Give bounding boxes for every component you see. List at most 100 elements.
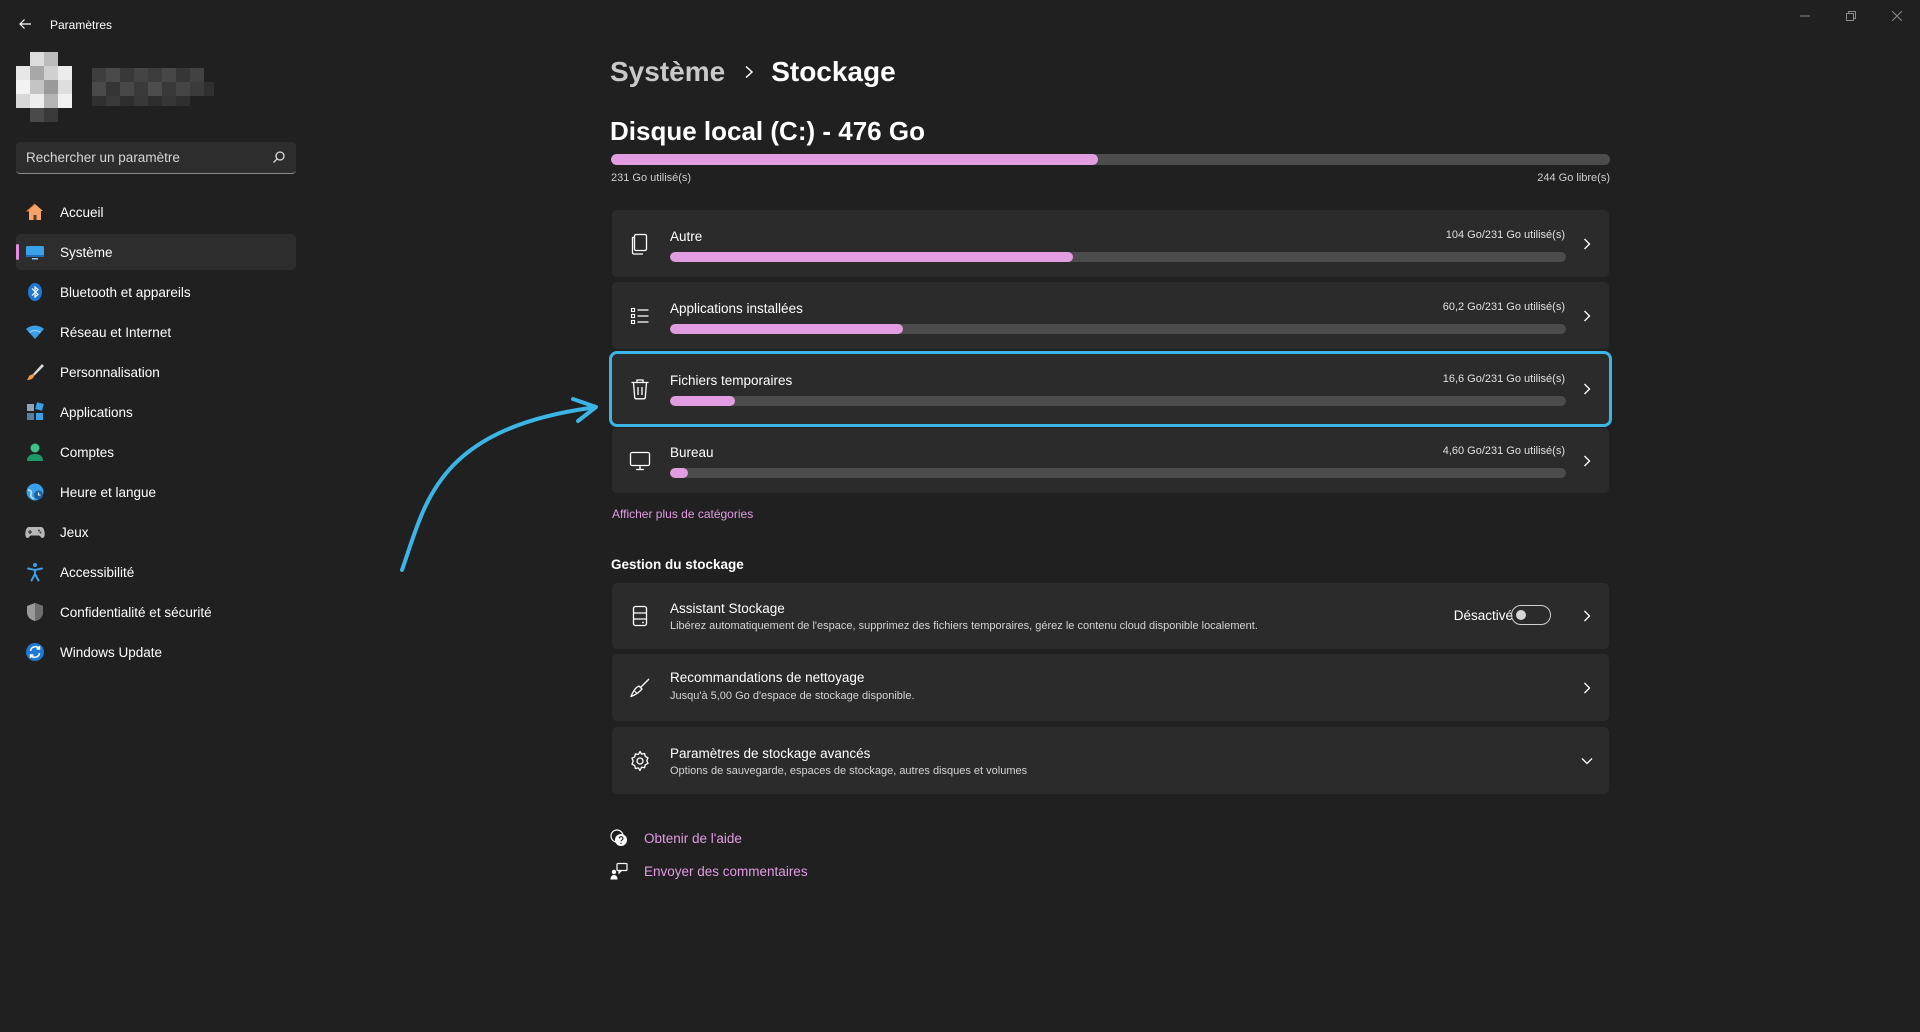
breadcrumb: Système Stockage xyxy=(610,56,896,88)
send-feedback-link[interactable]: Envoyer des commentaires xyxy=(610,862,808,880)
sidebar-item-windows-update[interactable]: Windows Update xyxy=(16,634,296,670)
storage-sense-toggle[interactable] xyxy=(1511,605,1551,625)
sidebar-item-label: Heure et langue xyxy=(60,484,157,500)
sidebar-item-label: Bluetooth et appareils xyxy=(60,284,191,300)
minimize-icon xyxy=(1800,15,1810,17)
sidebar-item-confidentialite[interactable]: Confidentialité et sécurité xyxy=(16,594,296,630)
apps-icon xyxy=(25,402,45,422)
search-icon[interactable] xyxy=(272,150,286,164)
storage-sense-card[interactable]: Assistant Stockage Libérez automatiqueme… xyxy=(612,583,1609,649)
get-help-label: Obtenir de l'aide xyxy=(644,830,742,846)
restore-icon xyxy=(1846,11,1856,21)
sidebar-item-label: Confidentialité et sécurité xyxy=(60,604,212,620)
sidebar-item-jeux[interactable]: Jeux xyxy=(16,514,296,550)
category-card-applications-installees[interactable]: Applications installées 60,2 Go/231 Go u… xyxy=(612,282,1609,349)
breadcrumb-parent-link[interactable]: Système xyxy=(610,56,725,88)
close-button[interactable] xyxy=(1874,6,1920,26)
disk-usage-fill xyxy=(611,154,1098,165)
category-label: Fichiers temporaires xyxy=(670,373,793,388)
shield-icon xyxy=(25,602,45,622)
category-usage: 60,2 Go/231 Go utilisé(s) xyxy=(1442,301,1565,313)
sidebar-item-label: Comptes xyxy=(60,444,115,460)
time-language-icon xyxy=(25,482,45,502)
category-usage-bar xyxy=(670,396,1566,406)
category-usage-fill xyxy=(670,396,735,406)
trash-icon xyxy=(628,377,652,401)
pixelated-name-image xyxy=(92,68,214,106)
sidebar-item-label: Réseau et Internet xyxy=(60,324,172,340)
profile-avatar[interactable] xyxy=(16,52,78,128)
storage-sense-toggle-state: Désactivé xyxy=(1453,608,1513,623)
sidebar-item-label: Système xyxy=(60,244,113,260)
chevron-right-icon xyxy=(1579,308,1595,324)
chevron-right-icon xyxy=(1579,236,1595,252)
disk-free-label: 244 Go libre(s) xyxy=(1537,172,1610,184)
chevron-right-icon xyxy=(1579,453,1595,469)
category-card-bureau[interactable]: Bureau 4,60 Go/231 Go utilisé(s) xyxy=(612,428,1609,493)
page-title: Stockage xyxy=(771,56,896,87)
back-button[interactable] xyxy=(14,13,36,35)
sidebar-item-label: Accessibilité xyxy=(60,564,135,580)
sidebar-item-reseau[interactable]: Réseau et Internet xyxy=(16,314,296,350)
title-bar: Paramètres xyxy=(0,0,1920,48)
help-chat-icon xyxy=(610,829,628,847)
gamepad-icon xyxy=(25,522,45,542)
disk-title: Disque local (C:) - 476 Go xyxy=(610,116,925,146)
monitor-icon xyxy=(628,449,652,473)
app-title: Paramètres xyxy=(50,18,113,32)
category-label: Bureau xyxy=(670,445,714,460)
sidebar-item-accueil[interactable]: Accueil xyxy=(16,194,296,230)
disk-used-label: 231 Go utilisé(s) xyxy=(611,172,692,184)
category-usage-bar xyxy=(670,468,1566,478)
toggle-knob xyxy=(1516,610,1526,620)
sidebar-item-label: Windows Update xyxy=(60,644,163,660)
sidebar-item-systeme[interactable]: Système xyxy=(16,234,296,270)
profile-name-redacted xyxy=(92,68,214,112)
account-icon xyxy=(25,442,45,462)
sidebar-item-label: Accueil xyxy=(60,204,104,220)
storage-sense-description: Libérez automatiquement de l'espace, sup… xyxy=(670,620,1258,632)
category-usage-bar xyxy=(670,252,1566,262)
annotation-arrow-icon xyxy=(400,397,598,572)
search-input[interactable] xyxy=(26,142,256,172)
category-card-autre[interactable]: Autre 104 Go/231 Go utilisé(s) xyxy=(612,210,1609,277)
advanced-settings-description: Options de sauvegarde, espaces de stocka… xyxy=(670,765,1028,777)
system-icon xyxy=(25,242,45,262)
cleanup-recommendations-card[interactable]: Recommandations de nettoyage Jusqu'à 5,0… xyxy=(612,654,1609,721)
update-icon xyxy=(25,642,45,662)
chevron-down-icon xyxy=(1579,753,1595,769)
send-feedback-label: Envoyer des commentaires xyxy=(644,863,808,879)
sidebar-item-comptes[interactable]: Comptes xyxy=(16,434,296,470)
broom-icon xyxy=(628,676,652,700)
show-more-categories-link[interactable]: Afficher plus de catégories xyxy=(612,507,753,521)
sidebar-item-label: Jeux xyxy=(60,524,89,540)
chevron-right-icon xyxy=(1579,381,1595,397)
pixelated-avatar-image xyxy=(16,52,72,122)
bluetooth-icon xyxy=(25,282,45,302)
sidebar-item-personnalisation[interactable]: Personnalisation xyxy=(16,354,296,390)
sidebar-item-label: Personnalisation xyxy=(60,364,160,380)
sidebar-item-heure-langue[interactable]: Heure et langue xyxy=(16,474,296,510)
chevron-right-icon xyxy=(1579,608,1595,624)
close-icon xyxy=(1892,11,1902,21)
sidebar-item-bluetooth[interactable]: Bluetooth et appareils xyxy=(16,274,296,310)
category-card-fichiers-temporaires[interactable]: Fichiers temporaires 16,6 Go/231 Go util… xyxy=(609,351,1612,427)
accessibility-icon xyxy=(25,562,45,582)
feedback-icon xyxy=(610,862,628,880)
category-usage: 4,60 Go/231 Go utilisé(s) xyxy=(1442,445,1565,457)
get-help-link[interactable]: Obtenir de l'aide xyxy=(610,829,742,847)
minimize-button[interactable] xyxy=(1782,6,1828,26)
sidebar-item-applications[interactable]: Applications xyxy=(16,394,296,430)
restore-button[interactable] xyxy=(1828,6,1874,26)
advanced-storage-settings-card[interactable]: Paramètres de stockage avancés Options d… xyxy=(612,727,1609,794)
category-label: Applications installées xyxy=(670,301,803,316)
brush-icon xyxy=(25,362,45,382)
chevron-right-icon xyxy=(1579,680,1595,696)
list-icon xyxy=(628,304,652,328)
drive-icon xyxy=(628,604,652,628)
cleanup-label: Recommandations de nettoyage xyxy=(670,670,865,685)
settings-search-box[interactable] xyxy=(16,142,296,174)
sidebar-nav: Accueil Système Bluetooth et appareils R… xyxy=(16,194,296,674)
sidebar-item-accessibilite[interactable]: Accessibilité xyxy=(16,554,296,590)
category-usage-bar xyxy=(670,324,1566,334)
